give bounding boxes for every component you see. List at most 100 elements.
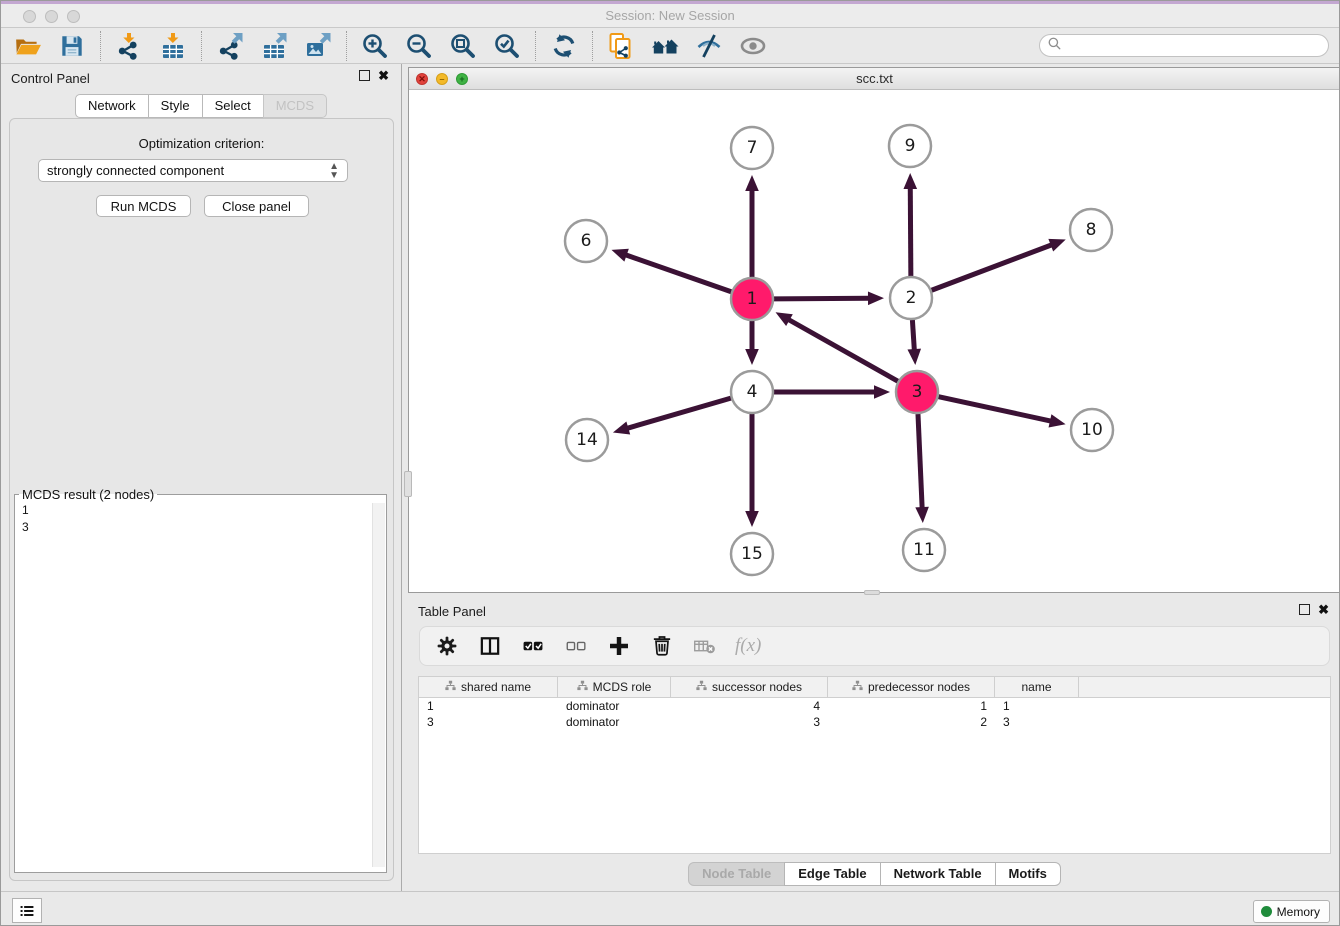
uncheck-all-icon[interactable]	[563, 633, 589, 659]
table-cell[interactable]: 4	[671, 698, 828, 714]
table-cell[interactable]: 1	[828, 698, 995, 714]
column-header-successor-nodes[interactable]: successor nodes	[671, 677, 828, 697]
tab-network-table[interactable]: Network Table	[880, 862, 996, 886]
table-tabs: Node TableEdge TableNetwork TableMotifs	[408, 862, 1340, 886]
panel-splitter-handle[interactable]	[404, 471, 412, 497]
result-scrollbar[interactable]	[372, 503, 385, 867]
table-row[interactable]: 1dominator411	[419, 698, 1330, 714]
edge-2-9[interactable]	[910, 187, 911, 276]
table-cell[interactable]: 3	[419, 714, 558, 730]
criterion-select[interactable]: strongly connected component ▲▼	[38, 159, 348, 182]
tab-select[interactable]: Select	[202, 94, 264, 118]
toolbar-group	[13, 31, 87, 61]
table-cell[interactable]: 3	[671, 714, 828, 730]
visual-toggle-icon[interactable]	[694, 31, 724, 61]
toolbar-group	[215, 31, 333, 61]
table-panel: Table Panel ✖ f(x) shared nameMCDS roles…	[408, 597, 1340, 889]
search-box[interactable]	[1039, 34, 1329, 57]
edge-4-14[interactable]	[626, 398, 731, 428]
save-icon[interactable]	[57, 31, 87, 61]
mcds-result-list[interactable]: 13	[15, 502, 386, 868]
zoom-fit-icon[interactable]	[448, 31, 478, 61]
search-input[interactable]	[1066, 37, 1328, 55]
tree-icon	[696, 680, 707, 694]
zoom-window-icon[interactable]	[67, 10, 80, 23]
column-header-predecessor-nodes[interactable]: predecessor nodes	[828, 677, 995, 697]
edge-arrowhead	[611, 249, 628, 262]
table-cell[interactable]: 1	[995, 698, 1079, 714]
float-table-panel-icon[interactable]	[1299, 604, 1310, 615]
tab-edge-table[interactable]: Edge Table	[784, 862, 880, 886]
tab-mcds[interactable]: MCDS	[263, 94, 327, 118]
close-panel-icon[interactable]: ✖	[378, 70, 389, 81]
graph-node-label-4: 4	[747, 382, 758, 402]
zoom-out-icon[interactable]	[404, 31, 434, 61]
edge-2-3[interactable]	[912, 320, 914, 351]
table-cell[interactable]: 1	[419, 698, 558, 714]
window-resize-handle[interactable]	[864, 590, 880, 595]
open-icon[interactable]	[13, 31, 43, 61]
edge-1-6[interactable]	[625, 255, 732, 292]
eye-icon[interactable]	[738, 31, 768, 61]
edge-2-8[interactable]	[932, 244, 1053, 290]
app-window: Session: New Session Control Panel ✖ Net…	[0, 0, 1340, 926]
column-header-MCDS-role[interactable]: MCDS role	[558, 677, 671, 697]
edge-arrowhead	[1048, 239, 1065, 252]
export-table-icon[interactable]	[259, 31, 289, 61]
network-window: ✕ – + scc.txt 7968124314101511	[408, 67, 1340, 593]
export-image-icon[interactable]	[303, 31, 333, 61]
graph-node-label-10: 10	[1081, 420, 1103, 440]
column-header-name[interactable]: name	[995, 677, 1079, 697]
clone-network-icon[interactable]	[606, 31, 636, 61]
float-panel-icon[interactable]	[359, 70, 370, 81]
tab-motifs[interactable]: Motifs	[995, 862, 1061, 886]
check-all-icon[interactable]	[520, 633, 546, 659]
homes-icon[interactable]	[650, 31, 680, 61]
table-cell[interactable]: 2	[828, 714, 995, 730]
graph-node-label-2: 2	[906, 288, 917, 308]
tab-network[interactable]: Network	[75, 94, 149, 118]
tab-style[interactable]: Style	[148, 94, 203, 118]
graph-node-label-11: 11	[913, 540, 935, 560]
search-icon	[1047, 36, 1062, 56]
refresh-icon[interactable]	[549, 31, 579, 61]
zoom-selected-icon[interactable]	[492, 31, 522, 61]
add-icon[interactable]	[606, 633, 632, 659]
table-panel-header: Table Panel ✖	[408, 597, 1340, 624]
network-maximize-icon[interactable]: +	[456, 73, 468, 85]
close-window-icon[interactable]	[23, 10, 36, 23]
toolbar-groups	[13, 31, 768, 61]
trash-icon[interactable]	[649, 633, 675, 659]
edge-3-10[interactable]	[938, 397, 1051, 422]
close-table-panel-icon[interactable]: ✖	[1318, 604, 1329, 615]
minimize-window-icon[interactable]	[45, 10, 58, 23]
table-cell[interactable]: dominator	[558, 698, 671, 714]
edge-3-11[interactable]	[918, 414, 922, 509]
import-table-icon[interactable]	[158, 31, 188, 61]
task-history-button[interactable]	[12, 898, 42, 923]
column-header-shared-name[interactable]: shared name	[419, 677, 558, 697]
import-network-icon[interactable]	[114, 31, 144, 61]
memory-button[interactable]: Memory	[1253, 900, 1330, 923]
tab-node-table[interactable]: Node Table	[688, 862, 785, 886]
export-network-icon[interactable]	[215, 31, 245, 61]
zoom-in-icon[interactable]	[360, 31, 390, 61]
table-cell[interactable]: 3	[995, 714, 1079, 730]
run-mcds-button[interactable]: Run MCDS	[96, 195, 191, 217]
network-canvas[interactable]: 7968124314101511	[409, 90, 1340, 592]
table-row[interactable]: 3dominator323	[419, 714, 1330, 730]
table-cell[interactable]: dominator	[558, 714, 671, 730]
close-panel-button[interactable]: Close panel	[204, 195, 309, 217]
network-minimize-icon[interactable]: –	[436, 73, 448, 85]
edge-3-1[interactable]	[788, 319, 898, 381]
edge-1-2[interactable]	[774, 298, 870, 299]
network-close-icon[interactable]: ✕	[416, 73, 428, 85]
gear-icon[interactable]	[434, 633, 460, 659]
control-panel: Control Panel ✖ NetworkStyleSelectMCDS O…	[1, 64, 402, 891]
columns-icon[interactable]	[477, 633, 503, 659]
column-label: shared name	[461, 680, 531, 694]
column-label: MCDS role	[593, 680, 652, 694]
network-window-titlebar[interactable]: ✕ – + scc.txt	[409, 68, 1340, 90]
toolbar-separator	[535, 31, 536, 61]
edge-arrowhead	[868, 291, 884, 305]
